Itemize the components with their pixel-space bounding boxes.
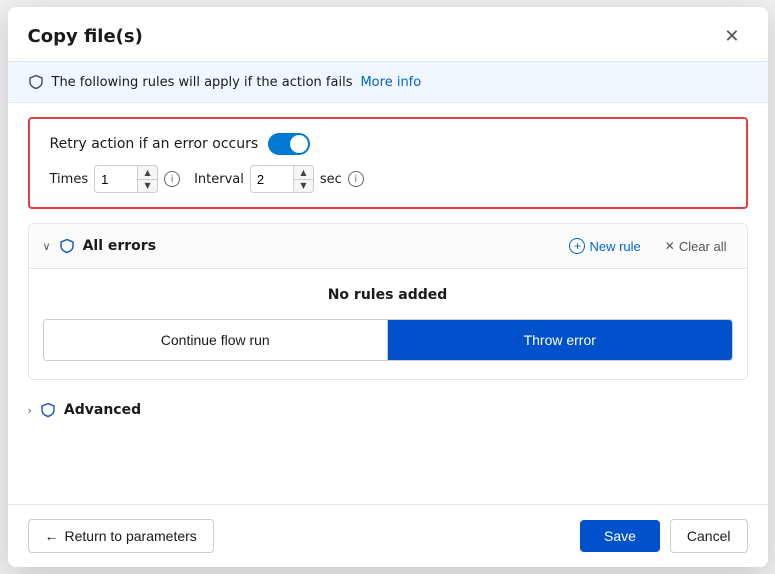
advanced-chevron-icon: › [28, 404, 32, 417]
shield-icon [28, 74, 44, 90]
errors-header: ∨ All errors + New rule ✕ Clear all [29, 224, 747, 269]
interval-info-icon[interactable]: i [348, 171, 364, 187]
times-info-icon[interactable]: i [164, 171, 180, 187]
copy-files-dialog: Copy file(s) ✕ The following rules will … [8, 7, 768, 567]
continue-flow-button[interactable]: Continue flow run [44, 320, 389, 360]
times-label: Times [50, 172, 89, 187]
more-info-link[interactable]: More info [360, 75, 421, 90]
errors-chevron-icon[interactable]: ∨ [43, 240, 51, 253]
dialog-body: The following rules will apply if the ac… [8, 62, 768, 504]
retry-label: Retry action if an error occurs [50, 136, 259, 152]
clear-all-button[interactable]: ✕ Clear all [659, 235, 733, 258]
info-bar: The following rules will apply if the ac… [8, 62, 768, 103]
errors-title: All errors [83, 238, 156, 254]
errors-section: ∨ All errors + New rule ✕ Clear all [28, 223, 748, 380]
advanced-title: Advanced [64, 402, 141, 418]
return-to-parameters-button[interactable]: ← Return to parameters [28, 519, 214, 553]
times-group: Times ▲ ▼ i [50, 165, 181, 193]
return-arrow-icon: ← [45, 528, 59, 544]
new-rule-label: New rule [589, 239, 640, 254]
cancel-button[interactable]: Cancel [670, 519, 748, 553]
interval-up-arrow[interactable]: ▲ [294, 166, 313, 180]
interval-spinbox[interactable]: ▲ ▼ [250, 165, 314, 193]
save-button[interactable]: Save [580, 520, 660, 552]
interval-group: Interval ▲ ▼ sec i [194, 165, 364, 193]
action-buttons: Continue flow run Throw error [43, 319, 733, 361]
retry-params-row: Times ▲ ▼ i Interval ▲ [50, 165, 726, 193]
return-label: Return to parameters [65, 528, 197, 544]
retry-section: Retry action if an error occurs Times ▲ … [28, 117, 748, 209]
times-down-arrow[interactable]: ▼ [138, 180, 157, 193]
interval-down-arrow[interactable]: ▼ [294, 180, 313, 193]
throw-error-button[interactable]: Throw error [388, 320, 732, 360]
interval-input[interactable] [251, 172, 289, 187]
times-input[interactable] [95, 172, 133, 187]
dialog-title: Copy file(s) [28, 26, 143, 47]
new-rule-button[interactable]: + New rule [563, 234, 646, 258]
advanced-section[interactable]: › Advanced [8, 390, 768, 430]
retry-toggle[interactable] [268, 133, 310, 155]
errors-body: No rules added Continue flow run Throw e… [29, 269, 747, 379]
footer-left: ← Return to parameters [28, 519, 214, 553]
x-icon: ✕ [665, 239, 675, 253]
interval-unit: sec [320, 172, 342, 187]
errors-header-right: + New rule ✕ Clear all [563, 234, 732, 258]
interval-label: Interval [194, 172, 244, 187]
interval-arrows: ▲ ▼ [293, 166, 313, 192]
retry-row: Retry action if an error occurs [50, 133, 726, 155]
errors-header-left: ∨ All errors [43, 238, 157, 254]
times-spinbox[interactable]: ▲ ▼ [94, 165, 158, 193]
errors-shield-icon [59, 238, 75, 254]
clear-all-label: Clear all [679, 239, 727, 254]
dialog-footer: ← Return to parameters Save Cancel [8, 504, 768, 567]
close-button[interactable]: ✕ [716, 23, 747, 49]
times-arrows: ▲ ▼ [137, 166, 157, 192]
dialog-header: Copy file(s) ✕ [8, 7, 768, 62]
times-up-arrow[interactable]: ▲ [138, 166, 157, 180]
footer-right: Save Cancel [580, 519, 748, 553]
info-text: The following rules will apply if the ac… [52, 75, 353, 90]
no-rules-message: No rules added [43, 287, 733, 303]
advanced-shield-icon [40, 402, 56, 418]
plus-icon: + [569, 238, 585, 254]
